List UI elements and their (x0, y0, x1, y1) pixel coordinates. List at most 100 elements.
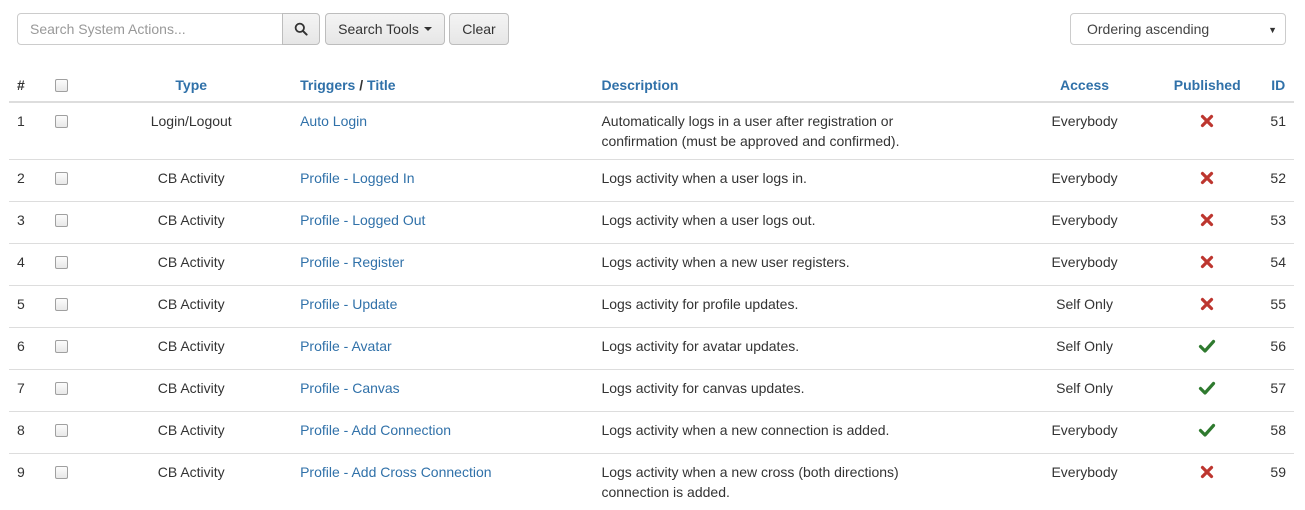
row-published-cell (1152, 160, 1262, 202)
search-tools-label: Search Tools (338, 21, 419, 37)
row-id: 55 (1262, 286, 1294, 328)
row-access: Self Only (1017, 370, 1152, 412)
row-id: 59 (1262, 454, 1294, 510)
published-toggle[interactable] (1200, 217, 1214, 233)
search-button[interactable] (282, 13, 320, 45)
published-toggle[interactable] (1200, 259, 1214, 275)
row-description: Logs activity for profile updates. (601, 294, 901, 314)
published-toggle[interactable] (1200, 301, 1214, 317)
row-title-link[interactable]: Profile - Add Cross Connection (300, 464, 491, 480)
clear-button[interactable]: Clear (449, 13, 509, 45)
row-checkbox[interactable] (55, 172, 68, 185)
row-title-link[interactable]: Profile - Update (300, 296, 397, 312)
row-description-cell: Logs activity when a user logs out. (593, 202, 1017, 244)
header-published[interactable]: Published (1152, 69, 1262, 102)
search-tools-button[interactable]: Search Tools (325, 13, 445, 45)
table-body: 1Login/LogoutAuto LoginAutomatically log… (9, 102, 1294, 510)
row-checkbox[interactable] (55, 466, 68, 479)
row-checkbox[interactable] (55, 115, 68, 128)
published-toggle[interactable] (1198, 385, 1216, 401)
sort-description-link[interactable]: Description (601, 77, 678, 93)
row-checkbox[interactable] (55, 256, 68, 269)
table-row: 5CB ActivityProfile - UpdateLogs activit… (9, 286, 1294, 328)
header-description[interactable]: Description (593, 69, 1017, 102)
row-checkbox[interactable] (55, 382, 68, 395)
row-title-link[interactable]: Profile - Logged In (300, 170, 414, 186)
row-access: Everybody (1017, 244, 1152, 286)
row-description-cell: Logs activity for canvas updates. (593, 370, 1017, 412)
published-toggle[interactable] (1200, 469, 1214, 485)
ordering-select[interactable]: Ordering ascending ▼ (1070, 13, 1286, 45)
row-description-cell: Logs activity when a new cross (both dir… (593, 454, 1017, 510)
sort-triggers-link[interactable]: Triggers (300, 77, 355, 93)
sort-id-link[interactable]: ID (1271, 77, 1285, 93)
row-number: 3 (9, 202, 47, 244)
published-toggle[interactable] (1200, 118, 1214, 134)
header-id[interactable]: ID (1262, 69, 1294, 102)
row-published-cell (1152, 412, 1262, 454)
row-title-link[interactable]: Profile - Add Connection (300, 422, 451, 438)
search-icon (294, 22, 308, 36)
cross-icon (1200, 252, 1214, 272)
published-toggle[interactable] (1200, 175, 1214, 191)
row-description: Logs activity for avatar updates. (601, 336, 901, 356)
row-type: Login/Logout (90, 102, 292, 160)
row-type: CB Activity (90, 412, 292, 454)
published-toggle[interactable] (1198, 343, 1216, 359)
row-checkbox[interactable] (55, 298, 68, 311)
table-row: 9 CB Activity Profile - Add Cross Connecti… (9, 454, 1294, 510)
sort-type-link[interactable]: Type (175, 77, 207, 93)
row-type: CB Activity (90, 160, 292, 202)
row-checkbox[interactable] (55, 424, 68, 437)
row-published-cell (1152, 102, 1262, 160)
header-checkbox-cell (47, 69, 91, 102)
header-type[interactable]: Type (90, 69, 292, 102)
row-checkbox-cell (47, 102, 91, 160)
row-id: 52 (1262, 160, 1294, 202)
row-description: Logs activity when a user logs out. (601, 210, 901, 230)
row-title-cell: Profile - Avatar (292, 328, 593, 370)
row-number: 9 (9, 454, 47, 510)
header-separator: / (355, 77, 367, 93)
row-checkbox-cell (47, 286, 91, 328)
row-title-cell: Profile - Logged Out (292, 202, 593, 244)
table-row: 4CB ActivityProfile - RegisterLogs activ… (9, 244, 1294, 286)
row-checkbox[interactable] (55, 340, 68, 353)
published-toggle[interactable] (1198, 427, 1216, 443)
row-published-cell (1152, 244, 1262, 286)
row-type: CB Activity (90, 454, 292, 510)
cross-icon (1200, 168, 1214, 188)
row-id: 53 (1262, 202, 1294, 244)
row-published-cell (1152, 202, 1262, 244)
sort-access-link[interactable]: Access (1060, 77, 1109, 93)
sort-title-link[interactable]: Title (367, 77, 396, 93)
search-input[interactable] (17, 13, 283, 45)
check-icon (1198, 336, 1216, 356)
row-checkbox[interactable] (55, 214, 68, 227)
header-access[interactable]: Access (1017, 69, 1152, 102)
row-type: CB Activity (90, 286, 292, 328)
select-arrow-icon: ▼ (1268, 25, 1277, 35)
row-title-link[interactable]: Auto Login (300, 113, 367, 129)
row-title-link[interactable]: Profile - Avatar (300, 338, 392, 354)
sort-published-link[interactable]: Published (1174, 77, 1241, 93)
row-title-link[interactable]: Profile - Canvas (300, 380, 400, 396)
row-title-cell: Profile - Add Cross Connection (292, 454, 593, 510)
row-title-link[interactable]: Profile - Logged Out (300, 212, 425, 228)
select-all-checkbox[interactable] (55, 79, 68, 92)
row-type: CB Activity (90, 328, 292, 370)
row-number: 2 (9, 160, 47, 202)
row-description: Logs activity for canvas updates. (601, 378, 901, 398)
row-description-cell: Logs activity when a user logs in. (593, 160, 1017, 202)
row-checkbox-cell (47, 160, 91, 202)
row-title-cell: Profile - Update (292, 286, 593, 328)
ordering-value: Ordering ascending (1087, 21, 1209, 37)
row-title-link[interactable]: Profile - Register (300, 254, 404, 270)
row-id: 56 (1262, 328, 1294, 370)
row-checkbox-cell (47, 328, 91, 370)
table-header-row: # Type Triggers / Title Description Acce… (9, 69, 1294, 102)
row-access: Everybody (1017, 412, 1152, 454)
row-type: CB Activity (90, 244, 292, 286)
row-number: 6 (9, 328, 47, 370)
cross-icon (1200, 210, 1214, 230)
